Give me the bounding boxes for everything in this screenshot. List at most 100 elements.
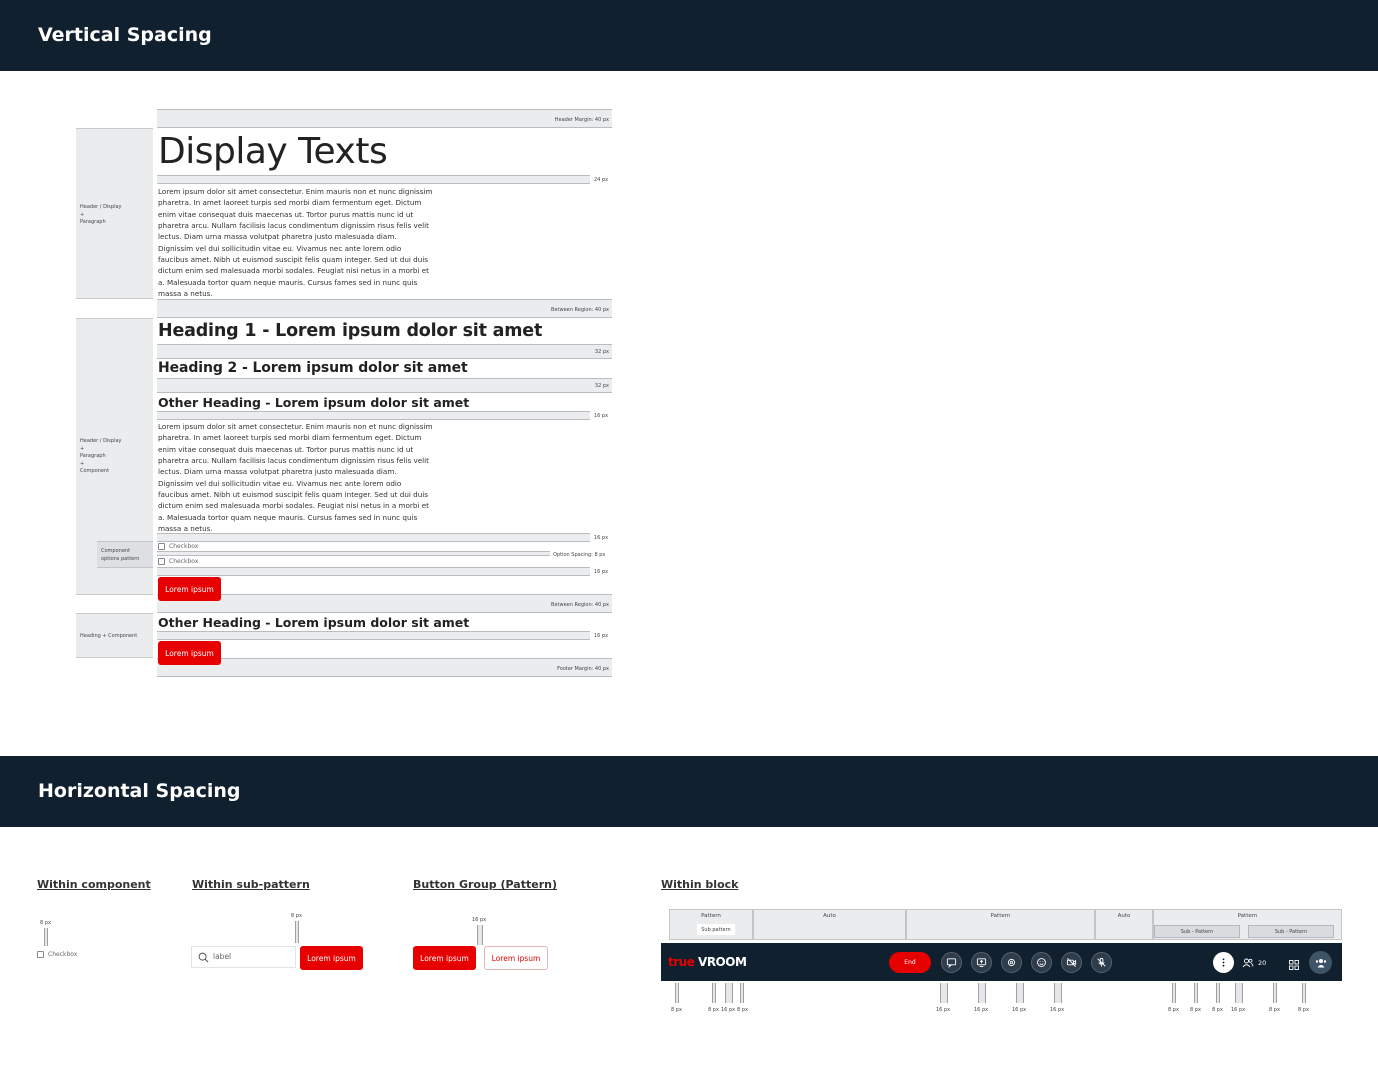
within-component-checkbox[interactable]: [37, 951, 44, 958]
side-box-heading-component: Heading + Component: [76, 613, 153, 658]
block-marker-16px-3: [978, 983, 986, 1003]
heading-1: Heading 1 - Lorem ipsum dolor sit amet: [158, 321, 543, 341]
logo-vroom: VROOM: [698, 955, 747, 969]
spacing-24-band: [157, 175, 590, 184]
sub-pattern-box-2: Sub - Pattern: [1248, 925, 1334, 938]
gear-icon: [1007, 958, 1016, 967]
footer-margin-band: Footer Margin: 40 px: [157, 658, 612, 677]
vertical-spacing-title: Vertical Spacing: [38, 24, 212, 46]
footer-margin-label: Footer Margin: 40 px: [557, 666, 609, 672]
host-group-icon: [1315, 958, 1326, 967]
mic-off-button[interactable]: [1091, 952, 1112, 973]
block-label-8px-4: 8 px: [1168, 1007, 1179, 1013]
display-title: Display Texts: [158, 131, 388, 172]
smiley-icon: [1037, 958, 1046, 967]
button-group-16px-label: 16 px: [472, 917, 487, 923]
spacing-16-label-1: 16 px: [594, 413, 609, 419]
sub-pattern-tag: Sub pattern: [697, 924, 735, 935]
block-band-pattern-left: Pattern Sub pattern: [669, 909, 753, 940]
spacing-16-label-3: 16 px: [594, 569, 609, 575]
block-band-pattern-center-label: Pattern: [990, 913, 1011, 919]
reactions-button[interactable]: [1031, 952, 1052, 973]
block-label-8px-3: 8 px: [737, 1007, 748, 1013]
side-label-heading-component: Heading + Component: [80, 633, 138, 639]
chat-icon: [946, 958, 957, 968]
spacing-16-band-4: [157, 631, 590, 640]
heading-2: Heading 2 - Lorem ipsum dolor sit amet: [158, 360, 468, 376]
spacing-32-band-2: 32 px: [157, 378, 612, 393]
block-marker-16px-1: [725, 983, 733, 1003]
primary-button-2[interactable]: Lorem ipsum: [158, 641, 221, 665]
block-label-8px-7: 8 px: [1269, 1007, 1280, 1013]
camera-off-button[interactable]: [1061, 952, 1082, 973]
between-region-band-1: Between Region: 40 px: [157, 299, 612, 318]
block-marker-16px-2: [940, 983, 948, 1003]
spacing-16-band-1: [157, 411, 590, 420]
other-heading-2: Other Heading - Lorem ipsum dolor sit am…: [158, 615, 470, 630]
participants-button[interactable]: 20: [1242, 954, 1266, 971]
settings-button[interactable]: [1001, 952, 1022, 973]
block-marker-16px-5: [1054, 983, 1062, 1003]
spacing-16-band-2: [157, 533, 590, 542]
spacing-16-label-4: 16 px: [594, 633, 609, 639]
component-options-box: Component options pattern: [97, 541, 153, 568]
header-margin-label: Header Margin: 40 px: [554, 117, 609, 123]
more-vertical-icon: [1222, 958, 1225, 967]
block-label-8px-8: 8 px: [1298, 1007, 1309, 1013]
block-label-8px-6: 8 px: [1212, 1007, 1223, 1013]
within-sub-pattern-8px-marker: [295, 921, 299, 943]
block-band-auto-right-label: Auto: [1117, 913, 1131, 919]
host-controls-button[interactable]: [1309, 951, 1332, 974]
primary-button-1-front[interactable]: Lorem ipsum: [158, 577, 221, 601]
search-input-placeholder: label: [213, 952, 232, 961]
between-region-label-2: Between Region: 40 px: [551, 602, 609, 608]
share-screen-icon: [976, 958, 987, 967]
block-marker-8px-7: [1273, 983, 1277, 1003]
block-label-16px-3: 16 px: [974, 1007, 989, 1013]
sub-pattern-button[interactable]: Lorem ipsum: [300, 946, 363, 970]
checkbox-1[interactable]: [158, 543, 165, 550]
between-region-band-2: Between Region: 40 px: [157, 594, 612, 613]
app-logo: true VROOM: [668, 955, 747, 969]
button-group-secondary[interactable]: Lorem ipsum: [484, 946, 548, 970]
within-sub-pattern-8px-label: 8 px: [291, 913, 302, 919]
within-component-8px-label: 8 px: [40, 920, 51, 926]
block-label-16px-6: 16 px: [1231, 1007, 1246, 1013]
block-label-8px-5: 8 px: [1190, 1007, 1201, 1013]
paragraph-1: Lorem ipsum dolor sit amet consectetur. …: [158, 187, 433, 299]
block-marker-8px-5: [1194, 983, 1198, 1003]
sub-pattern-box-1: Sub - Pattern: [1154, 925, 1240, 938]
button-group-title: Button Group (Pattern): [413, 878, 557, 891]
spacing-32-band-1: 32 px: [157, 344, 612, 359]
block-label-8px-2: 8 px: [708, 1007, 719, 1013]
side-label-header-paragraph: Header / Display + Paragraph: [80, 204, 122, 226]
within-sub-pattern-title: Within sub-pattern: [192, 878, 310, 891]
block-label-16px-5: 16 px: [1050, 1007, 1065, 1013]
block-band-pattern-left-label: Pattern: [701, 913, 721, 919]
block-marker-8px-3: [740, 983, 744, 1003]
search-input[interactable]: label: [191, 946, 296, 968]
checkbox-2-label: Checkbox: [169, 558, 199, 565]
block-marker-8px-6: [1216, 983, 1220, 1003]
checkbox-1-label: Checkbox: [169, 543, 199, 550]
layout-button[interactable]: [1288, 956, 1300, 975]
block-marker-8px-4: [1172, 983, 1176, 1003]
other-heading-1: Other Heading - Lorem ipsum dolor sit am…: [158, 395, 470, 410]
block-band-pattern-right: Pattern Sub - Pattern Sub - Pattern: [1153, 909, 1342, 940]
share-screen-button[interactable]: [971, 952, 992, 973]
chat-button[interactable]: [941, 952, 962, 973]
option-spacing-label: Option Spacing: 8 px: [553, 552, 606, 558]
participants-count: 20: [1258, 958, 1267, 967]
spacing-32-label-2: 32 px: [594, 383, 609, 389]
paragraph-2: Lorem ipsum dolor sit amet consectetur. …: [158, 422, 433, 534]
button-group-primary[interactable]: Lorem ipsum: [413, 946, 476, 970]
block-marker-16px-6: [1235, 983, 1243, 1003]
horizontal-spacing-banner: Horizontal Spacing: [0, 756, 1378, 827]
vertical-spacing-banner: Vertical Spacing: [0, 0, 1378, 71]
checkbox-2[interactable]: [158, 558, 165, 565]
end-call-button[interactable]: End: [889, 952, 931, 973]
more-options-button[interactable]: [1213, 952, 1234, 973]
component-options-label: Component options pattern: [101, 548, 140, 562]
block-band-pattern-center: Pattern: [906, 909, 1095, 940]
block-label-16px-2: 16 px: [936, 1007, 951, 1013]
